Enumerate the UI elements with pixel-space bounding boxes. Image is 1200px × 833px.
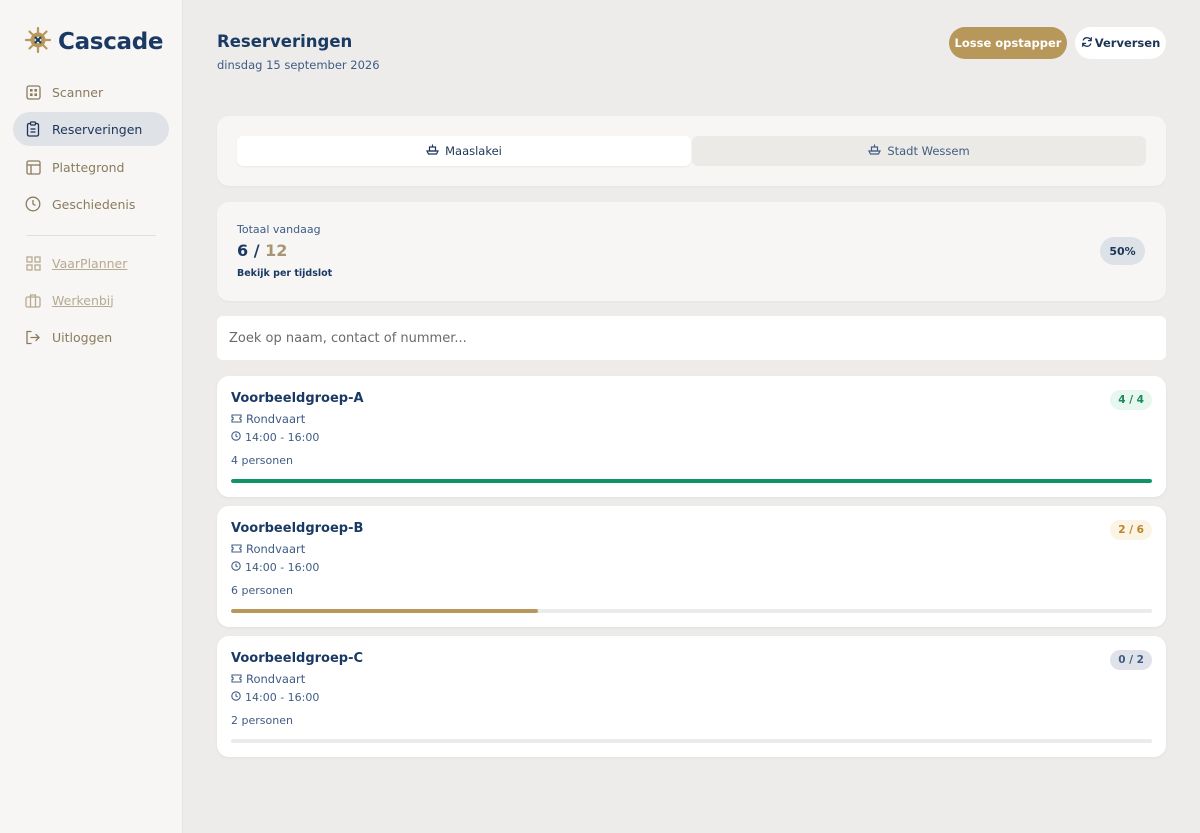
reservation-type: Rondvaart (231, 542, 305, 556)
sidebar: Cascade Scanner Reserveringen Plattegron… (0, 0, 183, 833)
reservation-type: Rondvaart (231, 672, 305, 686)
refresh-label: Verversen (1094, 36, 1161, 50)
checkin-badge: 2 / 6 (1110, 520, 1152, 540)
tab-maaslakei[interactable]: Maaslakei (237, 136, 691, 166)
total-label: Totaal vandaag (237, 223, 321, 236)
reservation-card[interactable]: Voorbeeldgroep-A Rondvaart 14:00 - 16:00… (217, 376, 1166, 497)
boat-icon (868, 144, 882, 158)
grid-scan-icon (25, 84, 41, 100)
reservation-time: 14:00 - 16:00 (231, 691, 319, 704)
reservation-time: 14:00 - 16:00 (231, 561, 319, 574)
checkin-progress-bar (231, 609, 1152, 613)
total-count: 6 / 12 (237, 241, 287, 260)
reservation-people: 4 personen (231, 454, 293, 467)
sidebar-item-werkenbij[interactable]: Werkenbij (13, 283, 169, 317)
per-timeslot-link[interactable]: Bekijk per tijdslot (237, 268, 332, 279)
refresh-icon (1081, 36, 1093, 51)
ticket-icon (231, 412, 242, 426)
reservation-card[interactable]: Voorbeeldgroep-B Rondvaart 14:00 - 16:00… (217, 506, 1166, 627)
reservation-people: 2 personen (231, 714, 293, 727)
sidebar-item-geschiedenis[interactable]: Geschiedenis (13, 187, 169, 221)
brand-name: Cascade (58, 29, 164, 55)
checkin-progress-bar (231, 739, 1152, 743)
sidebar-item-reserveringen[interactable]: Reserveringen (13, 112, 169, 146)
sidebar-item-scanner[interactable]: Scanner (13, 75, 169, 109)
losse-opstapper-button[interactable]: Losse opstapper (949, 27, 1067, 59)
percent-badge: 50% (1100, 237, 1145, 265)
sidebar-item-label: VaarPlanner (52, 255, 128, 271)
sidebar-item-label: Werkenbij (52, 292, 114, 308)
reservation-card[interactable]: Voorbeeldgroep-C Rondvaart 14:00 - 16:00… (217, 636, 1166, 757)
total-separator: / (253, 241, 260, 260)
ticket-icon (231, 672, 242, 686)
reservation-time: 14:00 - 16:00 (231, 431, 319, 444)
floorplan-icon (25, 159, 41, 175)
reservation-type: Rondvaart (231, 412, 305, 426)
checkin-progress-fill (231, 479, 1152, 483)
sidebar-item-label: Geschiedenis (52, 196, 136, 212)
boat-tabs: Maaslakei Stadt Wessem (217, 116, 1166, 186)
reservation-time-label: 14:00 - 16:00 (245, 561, 320, 574)
reservation-type-label: Rondvaart (246, 672, 306, 686)
sidebar-item-label: Scanner (52, 84, 104, 100)
total-current: 6 (237, 241, 249, 260)
boat-icon (426, 144, 440, 158)
tab-label: Maaslakei (445, 144, 502, 158)
page-title: Reserveringen (217, 32, 353, 51)
ships-wheel-icon (24, 26, 52, 58)
reservation-name: Voorbeeldgroep-B (231, 521, 364, 536)
clock-icon (231, 431, 241, 444)
total-max: 12 (265, 241, 288, 260)
clock-icon (231, 561, 241, 574)
sidebar-item-label: Uitloggen (52, 329, 113, 345)
reservation-name: Voorbeeldgroep-C (231, 651, 364, 666)
sidebar-divider (26, 235, 156, 236)
grid-icon (25, 255, 41, 271)
daily-total-card: Totaal vandaag 6 / 12 Bekijk per tijdslo… (217, 202, 1166, 301)
checkin-progress-fill (231, 609, 538, 613)
reservation-type-label: Rondvaart (246, 412, 306, 426)
sidebar-item-label: Plattegrond (52, 159, 125, 175)
sidebar-item-label: Reserveringen (52, 121, 143, 137)
reservation-time-label: 14:00 - 16:00 (245, 431, 320, 444)
tab-stadt-wessem[interactable]: Stadt Wessem (692, 136, 1146, 166)
clock-icon (25, 196, 41, 212)
reservation-time-label: 14:00 - 16:00 (245, 691, 320, 704)
sidebar-item-vaarplanner[interactable]: VaarPlanner (13, 246, 169, 280)
tab-label: Stadt Wessem (887, 144, 970, 158)
ticket-icon (231, 542, 242, 556)
clipboard-icon (25, 121, 41, 137)
reservation-type-label: Rondvaart (246, 542, 306, 556)
reservation-people: 6 personen (231, 584, 293, 597)
brand-logo[interactable]: Cascade (24, 26, 164, 58)
page-date: dinsdag 15 september 2026 (217, 58, 380, 72)
search-input[interactable] (217, 316, 1166, 360)
refresh-button[interactable]: Verversen (1075, 27, 1166, 59)
checkin-badge: 4 / 4 (1110, 390, 1152, 410)
checkin-badge: 0 / 2 (1110, 650, 1152, 670)
briefcase-icon (25, 292, 41, 308)
sidebar-item-uitloggen[interactable]: Uitloggen (13, 320, 169, 354)
checkin-progress-bar (231, 479, 1152, 483)
logout-icon (25, 329, 41, 345)
clock-icon (231, 691, 241, 704)
reservation-name: Voorbeeldgroep-A (231, 391, 364, 406)
sidebar-item-plattegrond[interactable]: Plattegrond (13, 150, 169, 184)
